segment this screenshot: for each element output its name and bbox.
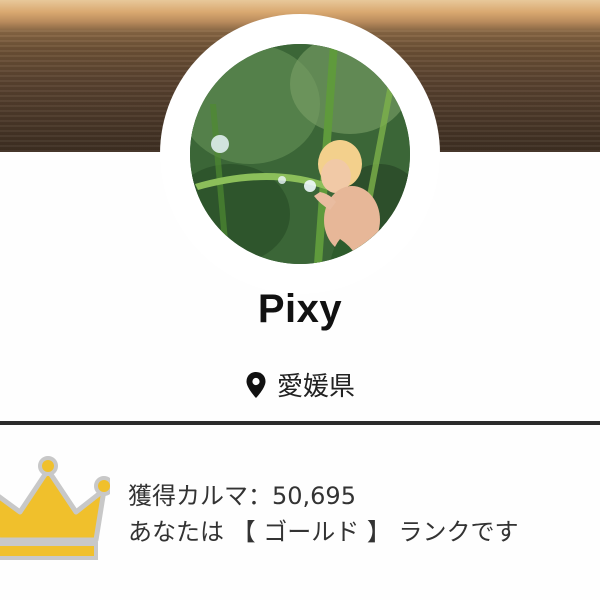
profile-name: Pixy (257, 287, 343, 331)
karma-points: 獲得カルマ：50,695 (128, 482, 356, 510)
avatar[interactable] (190, 44, 410, 264)
map-pin-icon (245, 371, 267, 399)
crown-icon (0, 456, 114, 560)
profile-page: Pixy 愛媛県 獲得カルマ：50,695 あなたは 【 ゴールド 】 ランクで… (0, 0, 600, 600)
avatar-photo (190, 44, 410, 264)
karma-info: 獲得カルマ：50,695 あなたは 【 ゴールド 】 ランクです (128, 478, 519, 550)
profile-location: 愛媛県 (0, 366, 600, 403)
karma-rank: あなたは 【 ゴールド 】 ランクです (128, 518, 519, 546)
location-text: 愛媛県 (276, 372, 355, 402)
section-divider (0, 421, 600, 425)
